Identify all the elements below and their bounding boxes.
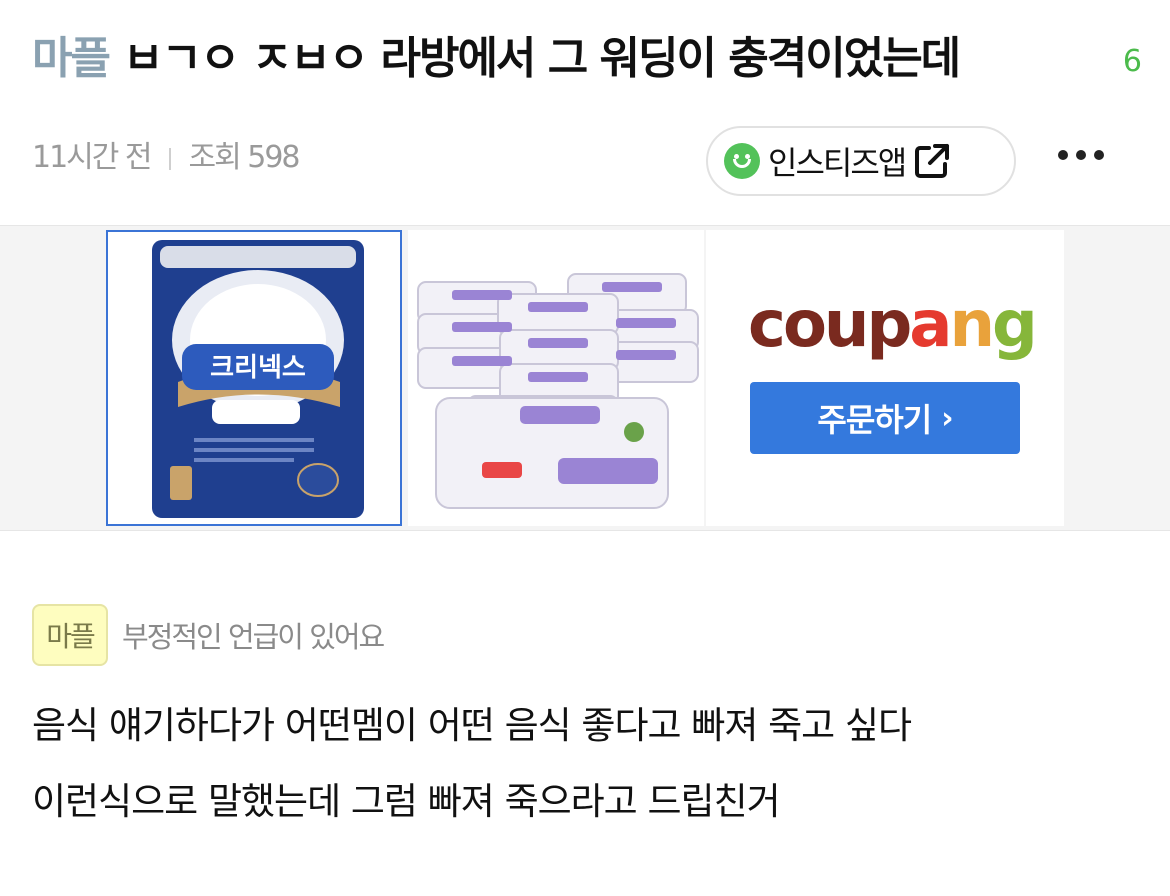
coupang-logo-letter: c — [748, 288, 786, 362]
ad-product-wipes[interactable] — [408, 230, 704, 526]
post-category[interactable]: 마플 — [32, 33, 111, 84]
post-body-line: 음식 얘기하다가 어떤멤이 어떤 음식 좋다고 빠져 죽고 싶다 — [32, 704, 912, 747]
coupang-logo-letter: g — [992, 288, 1038, 362]
meta-divider — [168, 147, 171, 170]
tissue-product-image: 크리넥스 — [152, 240, 364, 518]
coupang-logo-letter: u — [823, 288, 870, 362]
ad-product-tissue[interactable]: 크리넥스 — [106, 230, 402, 526]
app-button-label: 인스티즈앱 — [768, 144, 907, 182]
order-button[interactable]: 주문하기 › — [750, 382, 1020, 454]
post-title: ㅂㄱㅇ ㅈㅂㅇ 라방에서 그 워딩이 충격이었는데 — [122, 33, 961, 84]
notice-category-badge: 마플 — [32, 604, 108, 666]
ad-banner: 크리넥스 coupang 주문하기 › — [0, 225, 1170, 531]
more-dots-icon[interactable] — [1058, 150, 1104, 164]
post-time: 11시간 전 — [32, 140, 153, 175]
coupang-logo-letter: a — [909, 288, 952, 362]
post-body: 음식 얘기하다가 어떤멤이 어떤 음식 좋다고 빠져 죽고 싶다 이런식으로 말… — [32, 688, 1142, 840]
comment-count[interactable]: 6 — [1123, 44, 1142, 79]
notice-text: 부정적인 언급이 있어요 — [122, 620, 385, 654]
coupang-logo-letter: p — [866, 288, 912, 362]
order-button-label: 주문하기 — [817, 401, 932, 439]
smile-icon — [724, 143, 760, 179]
post-title-row: 마플 ㅂㄱㅇ ㅈㅂㅇ 라방에서 그 워딩이 충격이었는데 6 — [32, 22, 1142, 92]
negative-mention-notice: 마플 부정적인 언급이 있어요 — [32, 604, 385, 666]
post-meta: 11시간 전 조회 598 — [32, 132, 301, 176]
tissue-brand-text: 크리넥스 — [210, 353, 306, 383]
coupang-ad[interactable]: coupang 주문하기 › — [706, 230, 1064, 526]
coupang-logo-letter: o — [782, 288, 827, 362]
chevron-right-icon: › — [941, 400, 953, 436]
post-views: 조회 598 — [188, 140, 301, 175]
external-link-icon — [915, 144, 950, 178]
coupang-logo-letter: n — [949, 288, 995, 362]
wipes-product-image — [417, 273, 699, 509]
coupang-logo: coupang — [748, 288, 1038, 362]
open-in-app-button[interactable]: 인스티즈앱 — [706, 126, 1016, 196]
post-body-line: 이런식으로 말했는데 그럼 빠져 죽으라고 드립친거 — [32, 780, 781, 823]
